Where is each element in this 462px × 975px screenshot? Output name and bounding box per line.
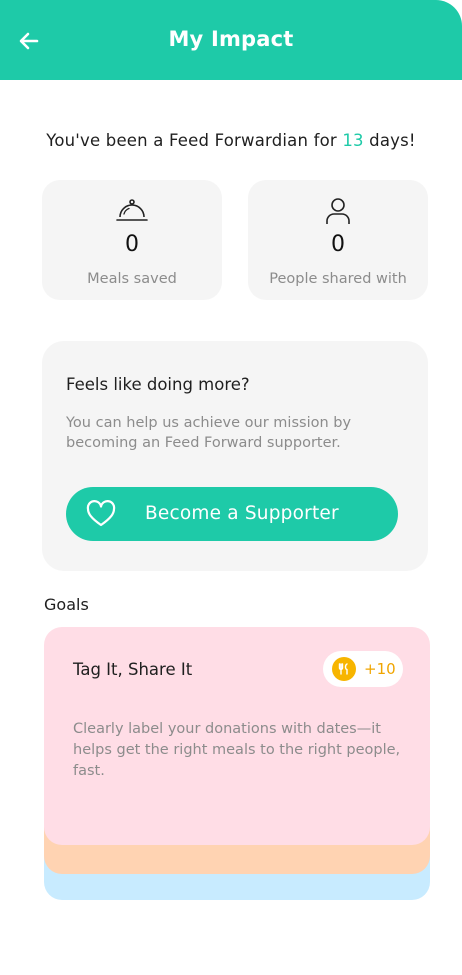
people-shared-label: People shared with bbox=[269, 271, 407, 287]
become-supporter-label: Become a Supporter bbox=[145, 503, 339, 524]
page-title: My Impact bbox=[168, 27, 294, 51]
become-supporter-button[interactable]: Become a Supporter bbox=[66, 487, 398, 541]
serving-cloche-icon bbox=[116, 199, 148, 221]
app-header: My Impact bbox=[0, 0, 462, 80]
meals-saved-label: Meals saved bbox=[87, 271, 177, 287]
goals-heading: Goals bbox=[44, 595, 89, 614]
person-icon bbox=[326, 198, 350, 224]
people-shared-value: 0 bbox=[331, 232, 345, 257]
goal-card[interactable]: Tag It, Share It +10 Clearly label your … bbox=[44, 627, 430, 845]
tenure-prefix: You've been a Feed Forwardian for bbox=[46, 131, 343, 150]
promo-description: You can help us achieve our mission by b… bbox=[66, 415, 352, 451]
supporter-promo-card: Feels like doing more? You can help us a… bbox=[42, 341, 428, 571]
promo-title: Feels like doing more? bbox=[66, 375, 250, 394]
goal-description: Clearly label your donations with dates—… bbox=[73, 721, 401, 779]
heart-icon bbox=[86, 500, 116, 527]
tenure-days: 13 bbox=[342, 131, 364, 150]
reward-points: +10 bbox=[364, 660, 396, 678]
meals-saved-value: 0 bbox=[125, 232, 139, 257]
meals-saved-card: 0 Meals saved bbox=[42, 180, 222, 300]
tenure-message: You've been a Feed Forwardian for 13 day… bbox=[0, 131, 462, 150]
reward-badge: +10 bbox=[323, 651, 403, 687]
coin-icon bbox=[332, 657, 356, 681]
people-shared-card: 0 People shared with bbox=[248, 180, 428, 300]
tenure-suffix: days! bbox=[363, 131, 416, 150]
goal-title: Tag It, Share It bbox=[73, 660, 193, 679]
